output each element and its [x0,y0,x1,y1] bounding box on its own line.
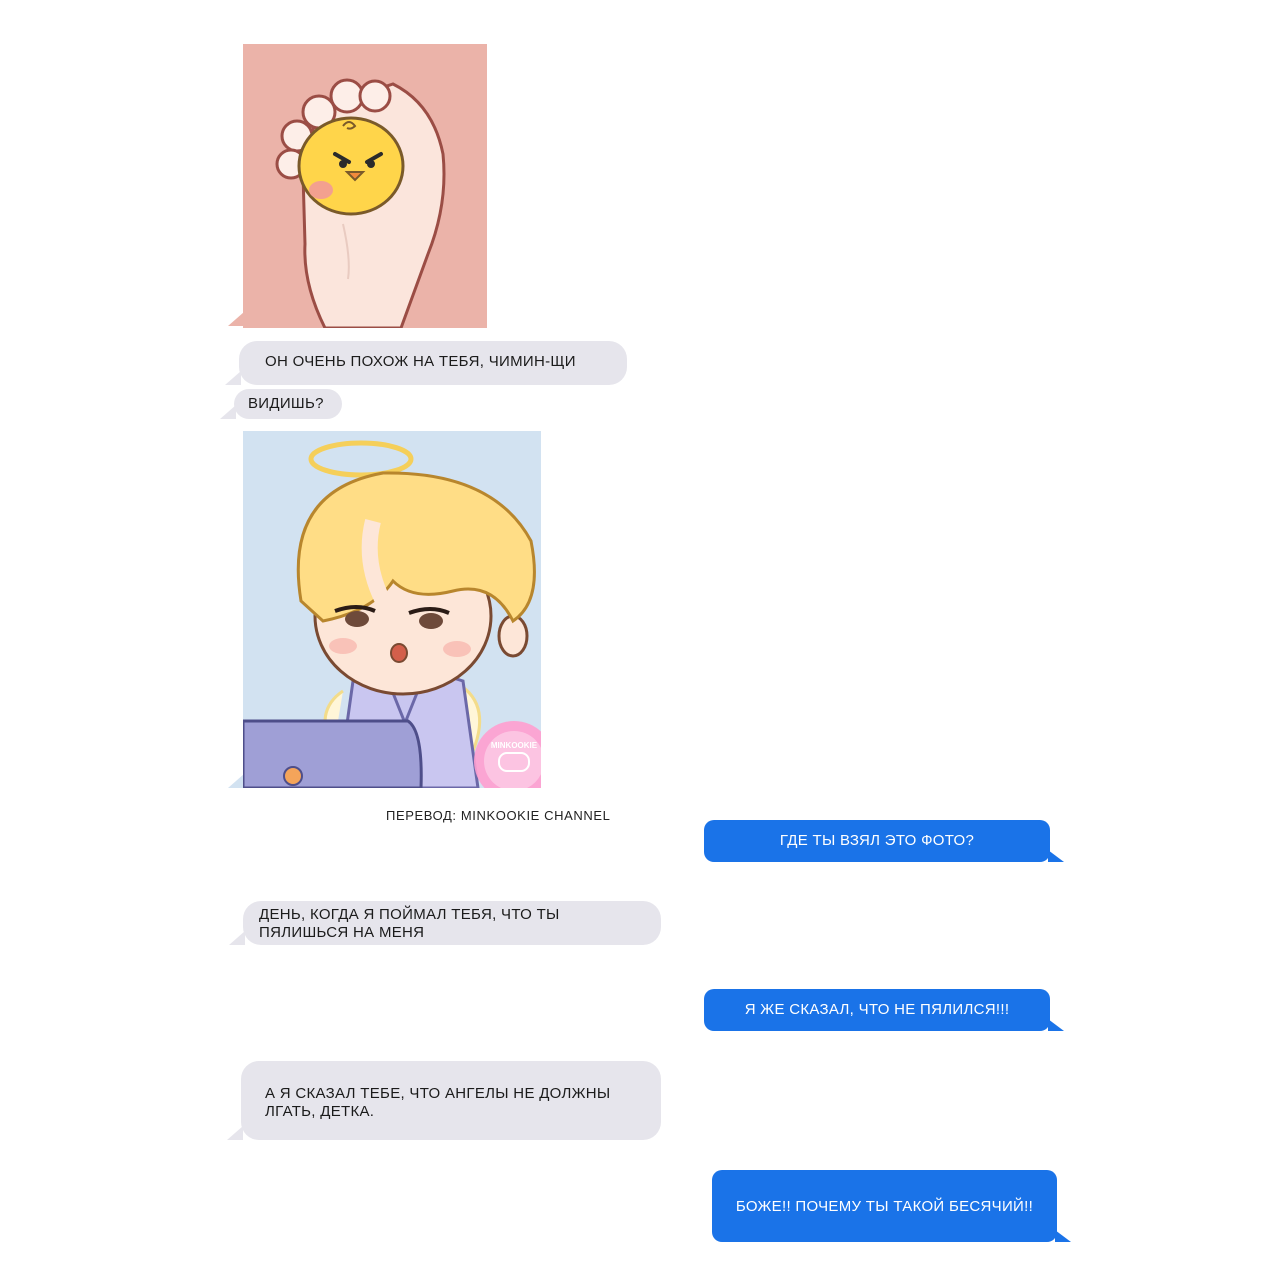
message-text: ДЕНЬ, КОГДА Я ПОЙМАЛ ТЕБЯ, ЧТО ТЫ ПЯЛИШЬ… [259,906,560,941]
message-text: Я ЖЕ СКАЗАЛ, ЧТО НЕ ПЯЛИЛСЯ!!! [744,1001,1010,1018]
watermark-text: MINKOOKIE [491,741,538,750]
incoming-message-bubble[interactable]: ВИДИШЬ? [220,389,342,419]
outgoing-message-bubble[interactable]: ГДЕ ТЫ ВЗЯЛ ЭТО ФОТО? [704,820,1064,862]
incoming-message-bubble[interactable]: А Я СКАЗАЛ ТЕБЕ, ЧТО АНГЕЛЫ НЕ ДОЛЖНЫ ЛГ… [227,1061,661,1140]
chick-hand-photo[interactable] [243,44,487,328]
message-text: БОЖЕ!! ПОЧЕМУ ТЫ ТАКОЙ БЕСЯЧИЙ!! [735,1198,1034,1215]
outgoing-message-bubble[interactable]: БОЖЕ!! ПОЧЕМУ ТЫ ТАКОЙ БЕСЯЧИЙ!! [712,1170,1071,1242]
incoming-message-bubble[interactable]: ОН ОЧЕНЬ ПОХОЖ НА ТЕБЯ, ЧИМИН-ЩИ [225,341,627,385]
translation-credit: ПЕРЕВОД: MINKOOKIE CHANNEL [386,808,611,823]
incoming-message-bubble[interactable]: ДЕНЬ, КОГДА Я ПОЙМАЛ ТЕБЯ, ЧТО ТЫ ПЯЛИШЬ… [229,901,661,945]
photo-bubble-tail [228,312,244,326]
angel-boy-photo[interactable]: MINKOOKIE [243,431,541,788]
message-text: А Я СКАЗАЛ ТЕБЕ, ЧТО АНГЕЛЫ НЕ ДОЛЖНЫ ЛГ… [265,1085,611,1120]
message-text: ОН ОЧЕНЬ ПОХОЖ НА ТЕБЯ, ЧИМИН-ЩИ [265,353,576,370]
message-text: ВИДИШЬ? [248,395,324,412]
photo-bubble-tail [228,774,244,788]
message-text: ГДЕ ТЫ ВЗЯЛ ЭТО ФОТО? [779,832,975,849]
outgoing-message-bubble[interactable]: Я ЖЕ СКАЗАЛ, ЧТО НЕ ПЯЛИЛСЯ!!! [704,989,1064,1031]
